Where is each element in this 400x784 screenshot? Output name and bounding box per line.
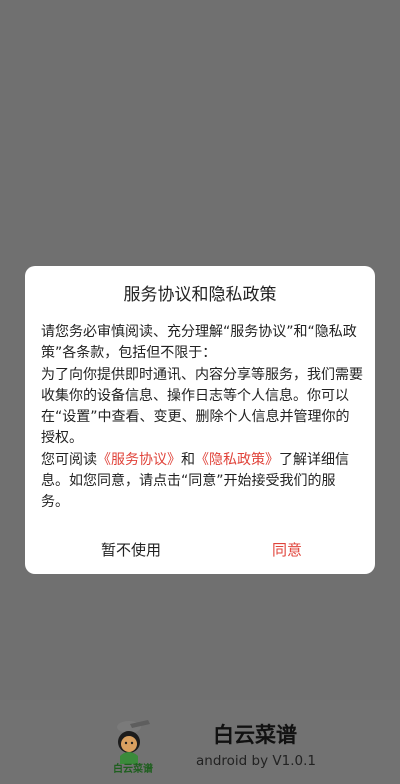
decline-button[interactable]: 暂不使用 (71, 538, 191, 562)
dialog-paragraph-1: 请您务必审慎阅读、充分理解“服务协议”和“隐私政策”各条款，包括但不限于： (41, 324, 357, 362)
logo-caption: 白云菜谱 (113, 764, 153, 775)
app-version: android by V1.0.1 (196, 753, 316, 769)
app-logo: 白云菜谱 (108, 718, 158, 776)
para3-prefix: 您可阅读 (41, 451, 97, 468)
agree-button[interactable]: 同意 (227, 538, 347, 562)
privacy-dialog: 服务协议和隐私政策 请您务必审慎阅读、充分理解“服务协议”和“隐私政策”各条款，… (25, 266, 375, 574)
dialog-paragraph-2: 为了向你提供即时通讯、内容分享等服务，我们需要收集你的设备信息、操作日志等个人信… (41, 366, 363, 447)
chef-logo-icon (117, 720, 150, 764)
dialog-paragraph-3: 您可阅读《服务协议》和《隐私政策》了解详细信息。如您同意，请点击“同意”开始接受… (41, 450, 363, 514)
service-agreement-link[interactable]: 《服务协议》 (97, 452, 181, 468)
para3-and: 和 (181, 451, 195, 468)
privacy-policy-link[interactable]: 《隐私政策》 (195, 452, 279, 468)
dialog-title: 服务协议和隐私政策 (123, 285, 277, 305)
status-bar (0, 0, 400, 30)
dialog-body: 请您务必审慎阅读、充分理解“服务协议”和“隐私政策”各条款，包括但不限于： 为了… (41, 322, 363, 514)
app-name: 白云菜谱 (213, 723, 297, 747)
